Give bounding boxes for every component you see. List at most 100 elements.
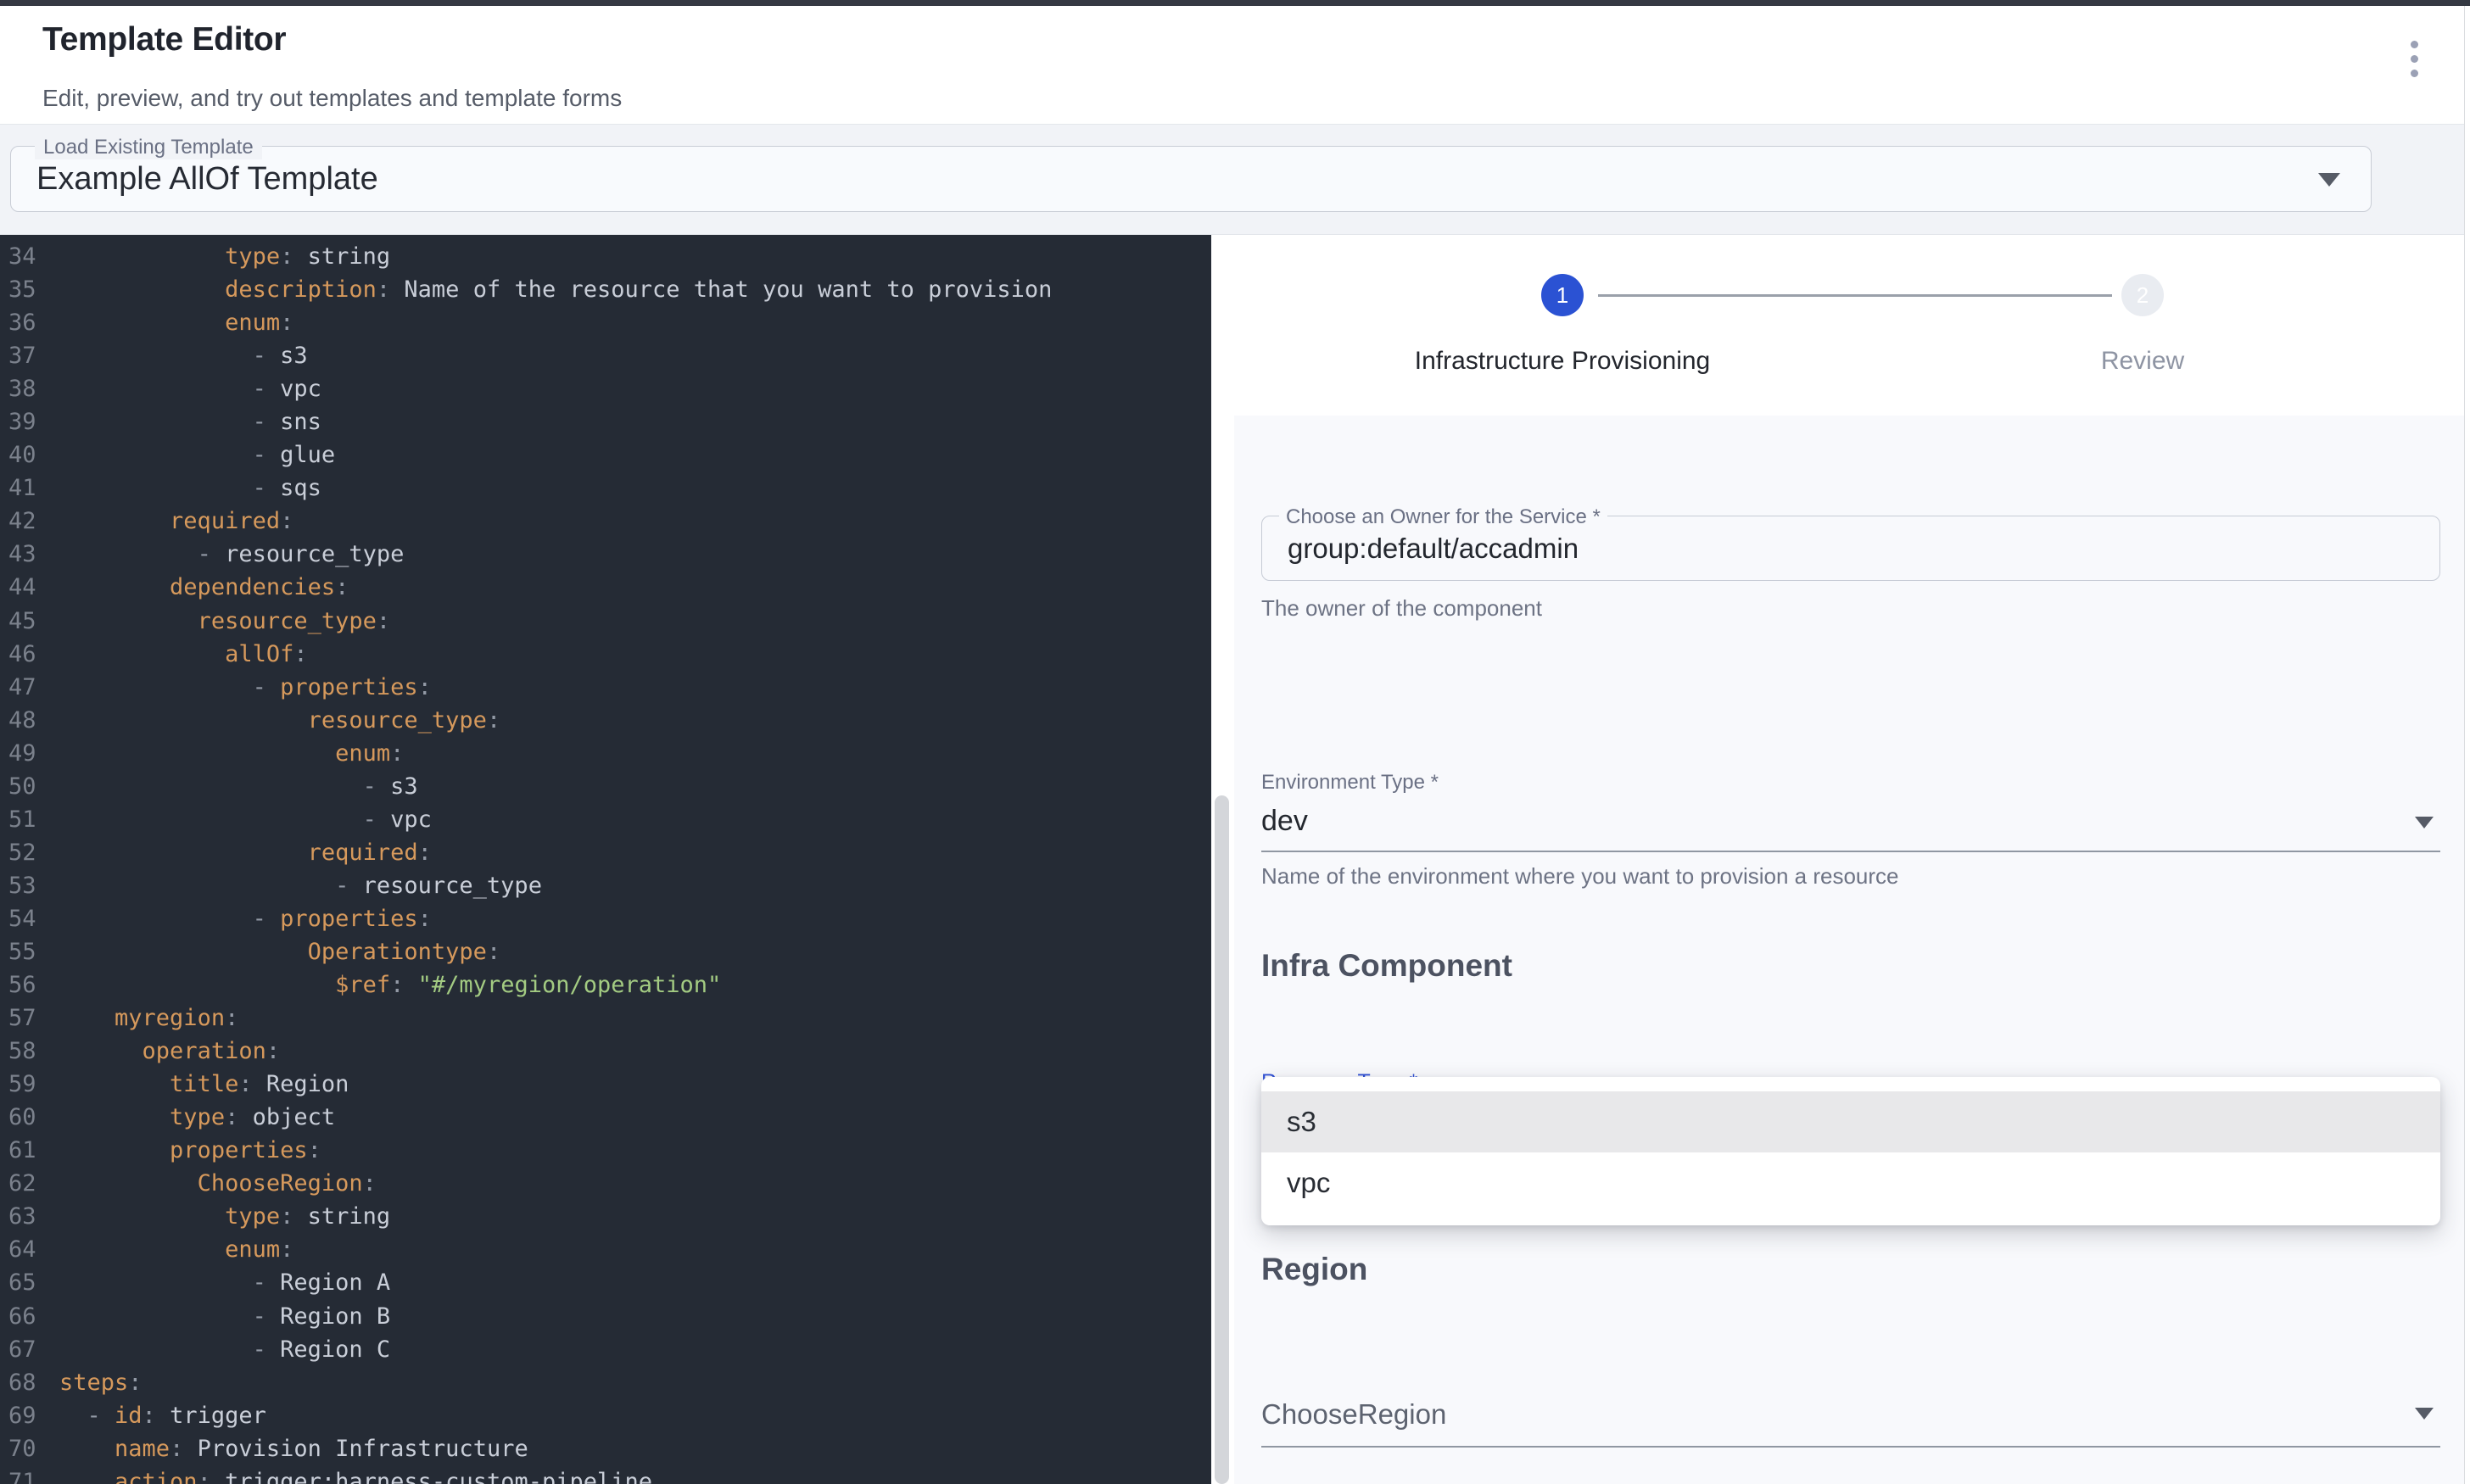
line-number: 51 — [0, 806, 59, 833]
code-line: 58 operation: — [0, 1035, 1211, 1068]
step-1-indicator[interactable]: 1 — [1541, 274, 1584, 316]
code-line: 71 action: trigger:harness-custom-pipeli… — [0, 1465, 1211, 1484]
step-2-label[interactable]: Review — [2015, 347, 2270, 376]
main-split-view: 34 type: string35 description: Name of t… — [0, 235, 2464, 1484]
code-line: 62 ChooseRegion: — [0, 1167, 1211, 1200]
environment-select[interactable]: dev — [1261, 805, 2440, 838]
line-number: 34 — [0, 243, 59, 270]
line-number: 47 — [0, 674, 59, 700]
line-number: 42 — [0, 508, 59, 534]
line-number: 60 — [0, 1104, 59, 1130]
choose-region-underline — [1261, 1446, 2440, 1448]
more-options-button[interactable] — [2380, 25, 2448, 92]
line-number: 48 — [0, 707, 59, 734]
line-number: 65 — [0, 1269, 59, 1296]
editor-scrollbar[interactable] — [1211, 235, 1234, 1484]
code-line: 59 title: Region — [0, 1068, 1211, 1101]
code-line: 39 - sns — [0, 405, 1211, 438]
line-number: 68 — [0, 1370, 59, 1396]
line-number: 36 — [0, 310, 59, 336]
infra-component-heading: Infra Component — [1261, 948, 1512, 984]
environment-select-underline — [1261, 851, 2440, 852]
page-subtitle: Edit, preview, and try out templates and… — [42, 85, 622, 112]
line-number: 39 — [0, 409, 59, 435]
owner-helper-text: The owner of the component — [1261, 595, 1542, 622]
line-number: 53 — [0, 873, 59, 899]
code-line: 61 properties: — [0, 1134, 1211, 1167]
caret-down-icon[interactable] — [2415, 1408, 2434, 1420]
environment-field-label: Environment Type * — [1261, 771, 1439, 795]
region-heading: Region — [1261, 1252, 1367, 1287]
line-number: 71 — [0, 1469, 59, 1484]
code-line: 41 - sqs — [0, 471, 1211, 505]
scrollbar-thumb[interactable] — [1215, 795, 1229, 1484]
line-number: 67 — [0, 1336, 59, 1363]
line-number: 64 — [0, 1236, 59, 1263]
line-number: 50 — [0, 773, 59, 800]
window-scrollbar-track[interactable] — [2464, 6, 2470, 1484]
code-line: 53 - resource_type — [0, 869, 1211, 902]
code-line: 35 description: Name of the resource tha… — [0, 273, 1211, 306]
caret-down-icon[interactable] — [2415, 817, 2434, 828]
line-number: 46 — [0, 641, 59, 667]
template-editor-screen: Template Editor Edit, preview, and try o… — [0, 0, 2470, 1484]
line-number: 61 — [0, 1137, 59, 1163]
line-number: 52 — [0, 840, 59, 866]
line-number: 49 — [0, 740, 59, 767]
load-template-select[interactable]: Load Existing Template Example AllOf Tem… — [10, 146, 2372, 212]
code-line: 54 - properties: — [0, 902, 1211, 935]
environment-helper-text: Name of the environment where you want t… — [1261, 863, 1899, 890]
code-line: 49 enum: — [0, 737, 1211, 770]
line-number: 45 — [0, 608, 59, 634]
code-line: 63 type: string — [0, 1200, 1211, 1233]
stepper: 1 Infrastructure Provisioning 2 Review — [1234, 235, 2464, 416]
code-line: 60 type: object — [0, 1101, 1211, 1134]
resource-type-menu: s3vpc — [1261, 1077, 2440, 1225]
line-number: 41 — [0, 475, 59, 501]
code-line: 36 enum: — [0, 306, 1211, 339]
choose-region-select[interactable]: ChooseRegion — [1261, 1398, 2440, 1431]
line-number: 63 — [0, 1203, 59, 1230]
owner-field[interactable]: Choose an Owner for the Service * group:… — [1261, 516, 2440, 581]
code-line: 69 - id: trigger — [0, 1399, 1211, 1432]
line-number: 57 — [0, 1005, 59, 1031]
code-line: 42 required: — [0, 505, 1211, 538]
yaml-code-editor[interactable]: 34 type: string35 description: Name of t… — [0, 235, 1211, 1484]
code-line: 48 resource_type: — [0, 704, 1211, 737]
line-number: 70 — [0, 1436, 59, 1462]
line-number: 35 — [0, 276, 59, 303]
code-line: 34 type: string — [0, 240, 1211, 273]
step-2-indicator[interactable]: 2 — [2121, 274, 2164, 316]
line-number: 38 — [0, 376, 59, 402]
code-line: 64 enum: — [0, 1233, 1211, 1266]
line-number: 37 — [0, 343, 59, 369]
code-line: 44 dependencies: — [0, 571, 1211, 604]
code-line: 65 - Region A — [0, 1266, 1211, 1299]
line-number: 58 — [0, 1038, 59, 1064]
menu-option-s3[interactable]: s3 — [1261, 1091, 2440, 1152]
line-number: 43 — [0, 541, 59, 567]
page-title: Template Editor — [42, 21, 286, 59]
line-number: 54 — [0, 906, 59, 932]
owner-field-value: group:default/accadmin — [1288, 516, 1579, 580]
caret-down-icon[interactable] — [2318, 173, 2340, 187]
kebab-vertical-icon — [2411, 41, 2418, 77]
load-template-bar: Load Existing Template Example AllOf Tem… — [0, 124, 2464, 235]
line-number: 62 — [0, 1170, 59, 1197]
step-1-label[interactable]: Infrastructure Provisioning — [1308, 347, 1817, 376]
code-line: 43 - resource_type — [0, 538, 1211, 571]
code-line: 47 - properties: — [0, 671, 1211, 704]
code-line: 55 Operationtype: — [0, 935, 1211, 968]
code-line: 66 - Region B — [0, 1300, 1211, 1333]
code-line: 68steps: — [0, 1366, 1211, 1399]
page-header: Template Editor Edit, preview, and try o… — [0, 6, 2464, 124]
menu-option-vpc[interactable]: vpc — [1261, 1152, 2440, 1213]
code-line: 51 - vpc — [0, 803, 1211, 836]
code-line: 52 required: — [0, 836, 1211, 869]
code-line: 38 - vpc — [0, 372, 1211, 405]
template-preview-panel: 1 Infrastructure Provisioning 2 Review Choo… — [1234, 235, 2464, 1484]
line-number: 69 — [0, 1403, 59, 1429]
line-number: 55 — [0, 939, 59, 965]
code-line: 50 - s3 — [0, 770, 1211, 803]
line-number: 66 — [0, 1303, 59, 1330]
